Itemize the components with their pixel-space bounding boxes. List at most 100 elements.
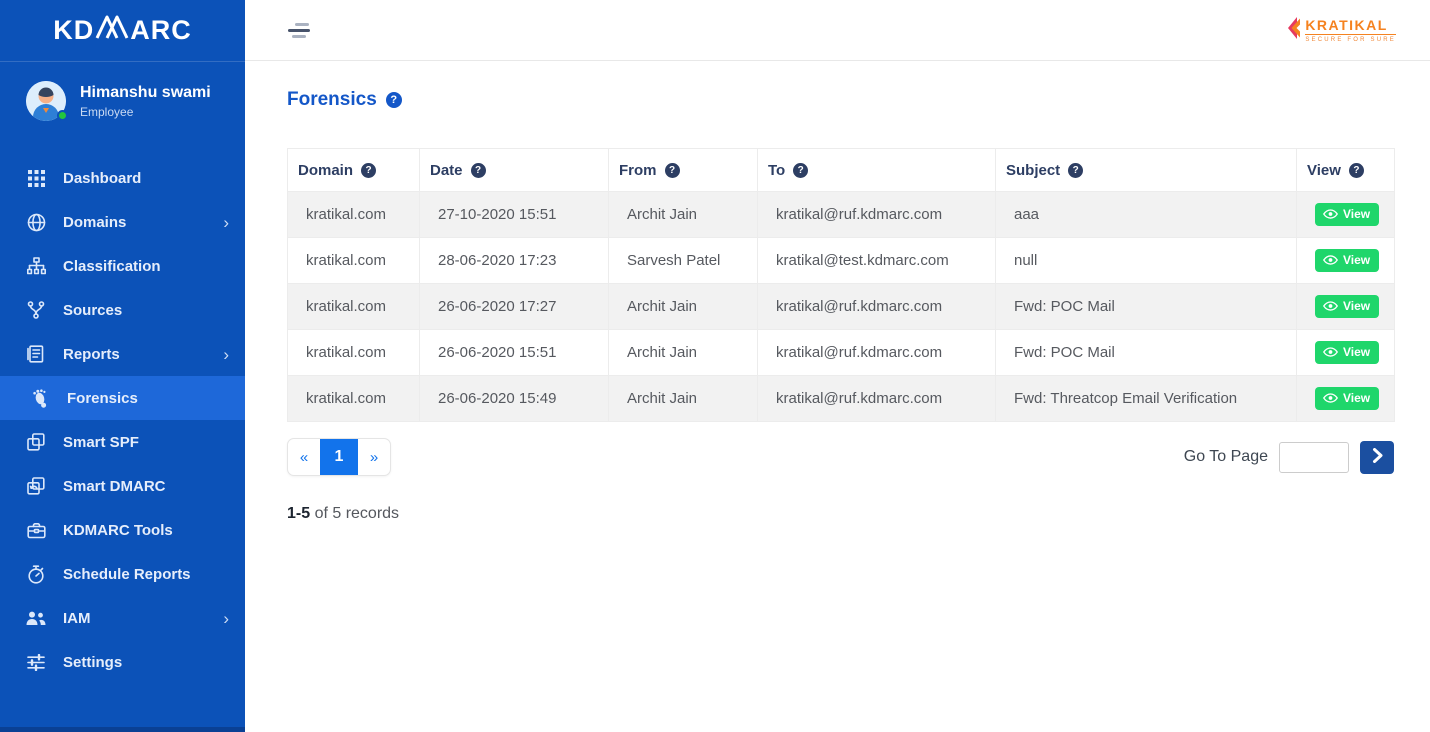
- forensics-icon: [30, 389, 50, 408]
- page-title: Forensics: [287, 89, 377, 111]
- kdmarc-logo[interactable]: KD ARC: [53, 14, 192, 47]
- sidebar-item-label: Settings: [63, 654, 122, 671]
- smart-dmarc-icon: [26, 477, 46, 495]
- cell-subject: aaa: [996, 192, 1297, 238]
- pagination: « 1 »: [287, 438, 391, 476]
- sidebar-item-classification[interactable]: Classification: [0, 244, 245, 288]
- column-label: Domain: [298, 162, 353, 179]
- sidebar-item-forensics[interactable]: Forensics: [0, 376, 245, 420]
- app: KD ARC: [0, 0, 1430, 732]
- sidebar-item-label: Smart DMARC: [63, 478, 166, 495]
- logo-block: KD ARC: [0, 0, 245, 62]
- kratikal-text: KRATIKAL SECURE FOR SURE: [1305, 17, 1396, 43]
- column-label: View: [1307, 162, 1341, 179]
- column-header-view: View?: [1297, 149, 1395, 192]
- pagination-next[interactable]: »: [358, 439, 390, 475]
- avatar: [26, 81, 66, 121]
- table-row: kratikal.com26-06-2020 17:27Archit Jaink…: [288, 284, 1395, 330]
- view-button[interactable]: View: [1315, 295, 1379, 318]
- view-button-label: View: [1343, 253, 1370, 267]
- column-label: Date: [430, 162, 463, 179]
- sidebar-item-iam[interactable]: IAM›: [0, 596, 245, 640]
- view-button-label: View: [1343, 299, 1370, 313]
- go-to-page-button[interactable]: [1360, 441, 1394, 474]
- chevron-right-icon: ›: [223, 610, 229, 627]
- kdmarc-logo-left: KD: [53, 15, 94, 46]
- view-button-label: View: [1343, 391, 1370, 405]
- cell-subject: Fwd: POC Mail: [996, 284, 1297, 330]
- pagination-page-1[interactable]: 1: [320, 439, 358, 475]
- cell-date: 28-06-2020 17:23: [420, 238, 609, 284]
- sidebar-item-reports[interactable]: Reports›: [0, 332, 245, 376]
- reports-icon: [26, 345, 46, 363]
- eye-icon: [1323, 255, 1338, 265]
- kdmarc-logo-right: ARC: [130, 15, 192, 46]
- eye-icon: [1323, 301, 1338, 311]
- sidebar-item-smart-spf[interactable]: Smart SPF: [0, 420, 245, 464]
- table-body: kratikal.com27-10-2020 15:51Archit Jaink…: [288, 192, 1395, 422]
- cell-domain: kratikal.com: [288, 284, 420, 330]
- table-row: kratikal.com26-06-2020 15:51Archit Jaink…: [288, 330, 1395, 376]
- cell-from: Archit Jain: [609, 284, 758, 330]
- view-button[interactable]: View: [1315, 249, 1379, 272]
- globe-icon: [26, 213, 46, 232]
- chevron-right-icon: ›: [223, 214, 229, 231]
- sidebar-item-schedule-reports[interactable]: Schedule Reports: [0, 552, 245, 596]
- main-area: KRATIKAL SECURE FOR SURE Forensics ? Dom…: [245, 0, 1430, 732]
- cell-subject: null: [996, 238, 1297, 284]
- sidebar-nav: Dashboard Domains› Classification Source…: [0, 142, 245, 727]
- online-status-dot: [57, 110, 68, 121]
- cell-subject: Fwd: Threatcop Email Verification: [996, 376, 1297, 422]
- cell-view: View: [1297, 330, 1395, 376]
- help-icon[interactable]: ?: [471, 163, 486, 178]
- cell-date: 26-06-2020 15:49: [420, 376, 609, 422]
- page-help-icon[interactable]: ?: [386, 92, 402, 108]
- sidebar-item-domains[interactable]: Domains›: [0, 200, 245, 244]
- sidebar: KD ARC: [0, 0, 245, 732]
- help-icon[interactable]: ?: [1349, 163, 1364, 178]
- forensics-table: Domain?Date?From?To?Subject?View? kratik…: [287, 148, 1395, 422]
- sidebar-item-dashboard[interactable]: Dashboard: [0, 156, 245, 200]
- user-profile[interactable]: Himanshu swami Employee: [0, 62, 245, 142]
- help-icon[interactable]: ?: [1068, 163, 1083, 178]
- view-button[interactable]: View: [1315, 203, 1379, 226]
- kdmarc-logo-m-icon: [94, 14, 130, 47]
- kratikal-tagline: SECURE FOR SURE: [1305, 37, 1396, 43]
- classification-icon: [26, 257, 46, 275]
- content: Forensics ? Domain?Date?From?To?Subject?…: [245, 61, 1430, 523]
- kratikal-chevron-icon: [1286, 16, 1301, 45]
- cell-date: 26-06-2020 15:51: [420, 330, 609, 376]
- cell-from: Archit Jain: [609, 376, 758, 422]
- view-button[interactable]: View: [1315, 341, 1379, 364]
- sidebar-item-label: Reports: [63, 346, 120, 363]
- sidebar-item-sources[interactable]: Sources: [0, 288, 245, 332]
- menu-toggle-icon[interactable]: [288, 23, 312, 38]
- sidebar-item-label: Smart SPF: [63, 434, 139, 451]
- topbar: KRATIKAL SECURE FOR SURE: [245, 0, 1430, 61]
- go-to-page-label: Go To Page: [1184, 448, 1268, 466]
- column-header-to: To?: [758, 149, 996, 192]
- view-button[interactable]: View: [1315, 387, 1379, 410]
- page-title-row: Forensics ?: [287, 89, 1395, 111]
- toolbox-icon: [26, 522, 46, 539]
- user-role: Employee: [80, 105, 211, 119]
- eye-icon: [1323, 209, 1338, 219]
- sidebar-item-kdmarc-tools[interactable]: KDMARC Tools: [0, 508, 245, 552]
- go-to-page-group: Go To Page: [1184, 441, 1394, 474]
- pagination-prev[interactable]: «: [288, 439, 320, 475]
- help-icon[interactable]: ?: [361, 163, 376, 178]
- table-row: kratikal.com28-06-2020 17:23Sarvesh Pate…: [288, 238, 1395, 284]
- column-label: From: [619, 162, 657, 179]
- column-header-subject: Subject?: [996, 149, 1297, 192]
- go-to-page-input[interactable]: [1279, 442, 1349, 473]
- sidebar-item-label: Forensics: [67, 390, 138, 407]
- sidebar-item-smart-dmarc[interactable]: Smart DMARC: [0, 464, 245, 508]
- table-header-row: Domain?Date?From?To?Subject?View?: [288, 149, 1395, 192]
- column-label: Subject: [1006, 162, 1060, 179]
- sidebar-item-settings[interactable]: Settings: [0, 640, 245, 684]
- kratikal-logo[interactable]: KRATIKAL SECURE FOR SURE: [1286, 16, 1396, 45]
- help-icon[interactable]: ?: [793, 163, 808, 178]
- people-icon: [26, 610, 46, 626]
- help-icon[interactable]: ?: [665, 163, 680, 178]
- stopwatch-icon: [26, 565, 46, 584]
